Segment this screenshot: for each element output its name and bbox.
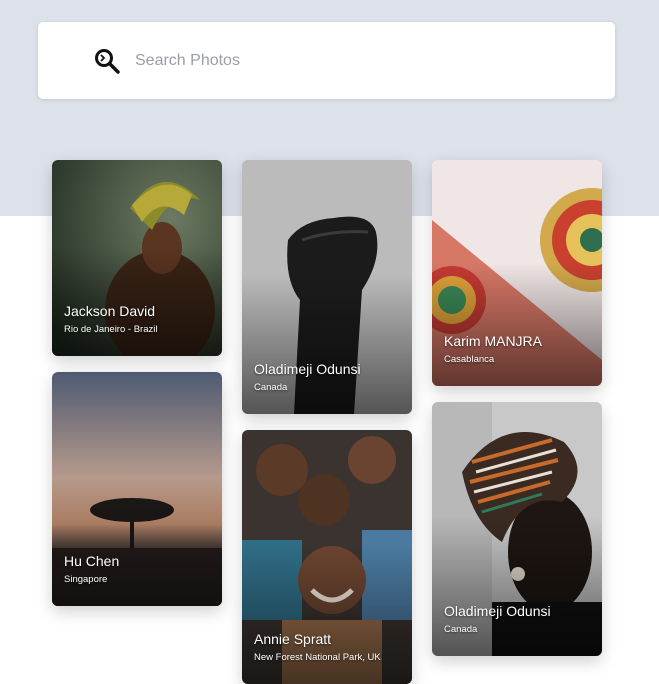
photo-location: New Forest National Park, UK (254, 652, 381, 663)
photo-location: Rio de Janeiro - Brazil (64, 324, 158, 335)
search-input[interactable] (133, 50, 577, 71)
photo-location: Canada (444, 624, 478, 635)
photo-author: Oladimeji Odunsi (254, 361, 361, 377)
photo-location: Canada (254, 382, 288, 393)
photo-card-hu-chen[interactable]: Hu Chen Singapore (52, 372, 222, 606)
photo-location: Casablanca (444, 354, 495, 365)
search-bar[interactable] (38, 22, 615, 99)
photo-card-oladimeji-odunsi-headwrap[interactable]: Oladimeji Odunsi Canada (432, 402, 602, 656)
photo-card-oladimeji-odunsi-fist[interactable]: Oladimeji Odunsi Canada (242, 160, 412, 414)
photo-author: Jackson David (64, 303, 156, 319)
photo-author: Karim MANJRA (444, 333, 543, 349)
search-icon[interactable] (93, 46, 123, 76)
photo-location: Singapore (64, 574, 108, 585)
photo-author: Oladimeji Odunsi (444, 603, 551, 619)
photo-card-jackson-david[interactable]: Jackson David Rio de Janeiro - Brazil (52, 160, 222, 356)
photo-author: Hu Chen (64, 553, 120, 569)
photo-card-annie-spratt[interactable]: Annie Spratt New Forest National Park, U… (242, 430, 412, 684)
photo-card-karim-manjra[interactable]: Karim MANJRA Casablanca (432, 160, 602, 386)
photo-author: Annie Spratt (254, 631, 332, 647)
